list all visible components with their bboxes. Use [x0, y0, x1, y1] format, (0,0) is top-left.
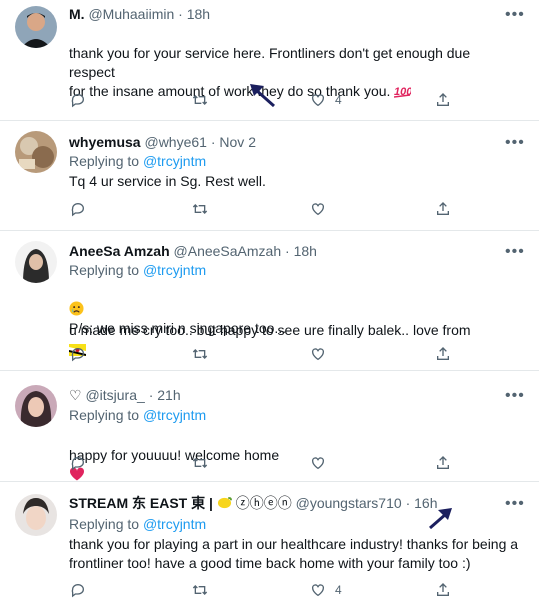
replying-to-link[interactable]: @trcyjntm	[143, 407, 206, 423]
display-name[interactable]: ♡	[69, 387, 82, 403]
avatar[interactable]	[15, 131, 57, 173]
lemon-emoji-icon	[217, 496, 232, 514]
reply-icon[interactable]	[68, 580, 88, 600]
display-name[interactable]: whyemusa	[69, 134, 141, 150]
handle[interactable]: @AneeSaAmzah	[174, 243, 282, 259]
more-icon[interactable]: •••	[505, 7, 524, 26]
retweet-icon[interactable]	[190, 199, 210, 219]
separator: ·	[405, 495, 411, 511]
separator: ·	[285, 243, 290, 259]
like-count: 4	[335, 583, 342, 597]
display-name[interactable]: M.	[69, 6, 85, 22]
share-icon[interactable]	[433, 580, 453, 600]
heart-icon[interactable]	[308, 199, 328, 219]
tweet-header: whyemusa @whye61 · Nov 2	[69, 133, 256, 151]
avatar[interactable]	[15, 494, 57, 536]
like-count: 4	[335, 93, 342, 107]
reply-icon[interactable]	[68, 199, 88, 219]
heart-icon[interactable]	[308, 453, 328, 473]
avatar[interactable]	[15, 385, 57, 427]
more-icon[interactable]: •••	[505, 135, 524, 154]
timestamp[interactable]: 18h	[187, 6, 210, 22]
tweet-1[interactable]: M. @Muhaaiimin · 18h ••• thank you for y…	[0, 0, 539, 121]
avatar[interactable]	[15, 6, 57, 48]
annotation-arrow-icon	[429, 508, 452, 530]
more-icon[interactable]: •••	[505, 388, 524, 407]
timestamp[interactable]: 21h	[157, 387, 180, 403]
replying-to-link[interactable]: @trcyjntm	[143, 516, 206, 532]
replying-to: Replying to @trcyjntm	[69, 406, 206, 424]
reply-icon[interactable]	[68, 344, 88, 364]
tweet-text-line2: P/s: we miss miri n singapore too...	[69, 320, 287, 336]
retweet-icon[interactable]	[190, 344, 210, 364]
handle[interactable]: @youngstars710	[296, 495, 402, 511]
retweet-icon[interactable]	[190, 580, 210, 600]
reply-icon[interactable]	[68, 90, 88, 110]
tweet-header: M. @Muhaaiimin · 18h	[69, 5, 210, 23]
tweet-text: thank you for playing a part in our heal…	[69, 536, 519, 571]
timestamp[interactable]: 18h	[294, 243, 317, 259]
timestamp[interactable]: Nov 2	[219, 134, 256, 150]
heart-icon[interactable]	[308, 90, 328, 110]
handle[interactable]: @whye61	[144, 134, 206, 150]
tweet-header: AneeSa Amzah @AneeSaAmzah · 18h	[69, 242, 317, 260]
replying-to: Replying to @trcyjntm	[69, 515, 206, 533]
retweet-icon[interactable]	[190, 453, 210, 473]
replying-to: Replying to @trcyjntm	[69, 152, 206, 170]
avatar[interactable]	[15, 241, 57, 283]
handle[interactable]: @Muhaaiimin	[88, 6, 174, 22]
share-icon[interactable]	[433, 344, 453, 364]
heart-icon[interactable]	[308, 580, 328, 600]
display-name-suffix: ⓩⓗⓔⓝ	[235, 495, 292, 511]
separator: ·	[148, 387, 154, 403]
separator: ·	[178, 6, 183, 22]
share-icon[interactable]	[433, 199, 453, 219]
display-name[interactable]: STREAM 东 EAST 東 |	[69, 495, 213, 511]
more-icon[interactable]: •••	[505, 244, 524, 263]
replying-prefix: Replying to	[69, 262, 140, 278]
tweet-3[interactable]: AneeSa Amzah @AneeSaAmzah · 18h ••• Repl…	[0, 231, 539, 371]
tweet-header: ♡ @itsjura_ · 21h	[69, 386, 181, 404]
share-icon[interactable]	[433, 90, 453, 110]
tweet-header: STREAM 东 EAST 東 | ⓩⓗⓔⓝ @youngstars710 · …	[69, 494, 437, 514]
retweet-icon[interactable]	[190, 90, 210, 110]
more-icon[interactable]: •••	[505, 496, 524, 515]
annotation-arrow-icon	[250, 84, 275, 108]
replying-prefix: Replying to	[69, 407, 140, 423]
replying-to-link[interactable]: @trcyjntm	[143, 262, 206, 278]
replying-to: Replying to @trcyjntm	[69, 261, 206, 279]
tweet-2[interactable]: whyemusa @whye61 · Nov 2 ••• Replying to…	[0, 121, 539, 231]
tweet-5[interactable]: STREAM 东 EAST 東 | ⓩⓗⓔⓝ @youngstars710 · …	[0, 482, 539, 598]
tweet-4[interactable]: ♡ @itsjura_ · 21h ••• Replying to @trcyj…	[0, 371, 539, 482]
heart-icon[interactable]	[308, 344, 328, 364]
share-icon[interactable]	[433, 453, 453, 473]
display-name[interactable]: AneeSa Amzah	[69, 243, 170, 259]
separator: ·	[210, 134, 216, 150]
replying-prefix: Replying to	[69, 516, 140, 532]
tweet-text: Tq 4 ur service in Sg. Rest well.	[69, 173, 266, 189]
replying-prefix: Replying to	[69, 153, 140, 169]
reply-icon[interactable]	[68, 453, 88, 473]
replying-to-link[interactable]: @trcyjntm	[143, 153, 206, 169]
handle[interactable]: @itsjura_	[85, 387, 144, 403]
crying-face-emoji-icon	[69, 301, 84, 321]
